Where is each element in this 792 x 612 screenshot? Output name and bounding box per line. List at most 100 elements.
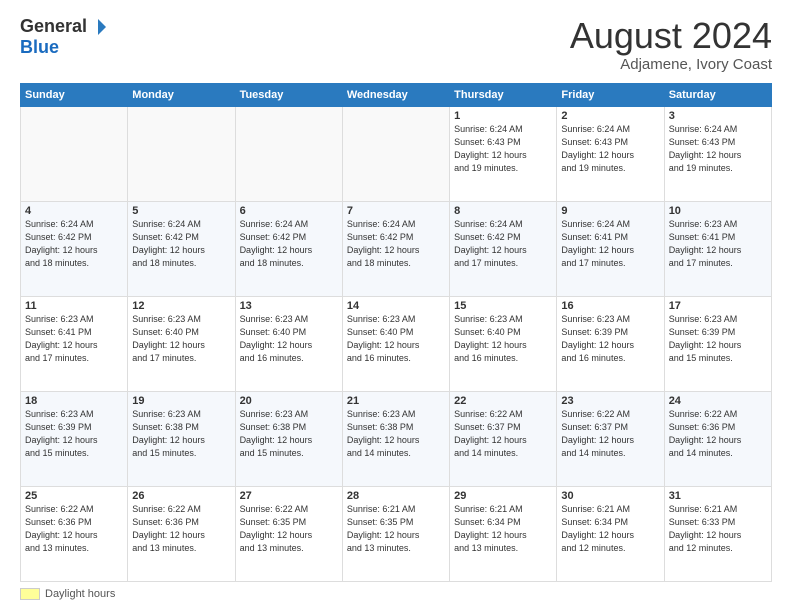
day-number: 1: [454, 110, 552, 122]
table-row: [21, 106, 128, 201]
daylight-label: Daylight hours: [45, 588, 115, 600]
table-row: 23Sunrise: 6:22 AM Sunset: 6:37 PM Dayli…: [557, 391, 664, 486]
day-info: Sunrise: 6:21 AM Sunset: 6:35 PM Dayligh…: [347, 503, 445, 555]
day-number: 31: [669, 490, 767, 502]
day-info: Sunrise: 6:22 AM Sunset: 6:35 PM Dayligh…: [240, 503, 338, 555]
table-row: 13Sunrise: 6:23 AM Sunset: 6:40 PM Dayli…: [235, 296, 342, 391]
day-number: 12: [132, 300, 230, 312]
day-number: 18: [25, 395, 123, 407]
table-row: 1Sunrise: 6:24 AM Sunset: 6:43 PM Daylig…: [450, 106, 557, 201]
calendar-header-row: Sunday Monday Tuesday Wednesday Thursday…: [21, 83, 772, 106]
table-row: 19Sunrise: 6:23 AM Sunset: 6:38 PM Dayli…: [128, 391, 235, 486]
table-row: 11Sunrise: 6:23 AM Sunset: 6:41 PM Dayli…: [21, 296, 128, 391]
day-number: 16: [561, 300, 659, 312]
day-number: 19: [132, 395, 230, 407]
day-info: Sunrise: 6:23 AM Sunset: 6:41 PM Dayligh…: [669, 218, 767, 270]
day-info: Sunrise: 6:23 AM Sunset: 6:38 PM Dayligh…: [132, 408, 230, 460]
table-row: 9Sunrise: 6:24 AM Sunset: 6:41 PM Daylig…: [557, 201, 664, 296]
day-number: 28: [347, 490, 445, 502]
table-row: 3Sunrise: 6:24 AM Sunset: 6:43 PM Daylig…: [664, 106, 771, 201]
day-info: Sunrise: 6:24 AM Sunset: 6:42 PM Dayligh…: [240, 218, 338, 270]
table-row: 20Sunrise: 6:23 AM Sunset: 6:38 PM Dayli…: [235, 391, 342, 486]
calendar-week-row: 1 Sunrise: 6:24 AM Sunset: 6:43 PM Daylig…: [21, 106, 772, 201]
day-number: 7: [347, 205, 445, 217]
day-number: 23: [561, 395, 659, 407]
table-row: 27Sunrise: 6:22 AM Sunset: 6:35 PM Dayli…: [235, 486, 342, 581]
day-number: 4: [25, 205, 123, 217]
day-number: 10: [669, 205, 767, 217]
table-row: [342, 106, 449, 201]
day-number: 13: [240, 300, 338, 312]
col-saturday: Saturday: [664, 83, 771, 106]
table-row: 26Sunrise: 6:22 AM Sunset: 6:36 PM Dayli…: [128, 486, 235, 581]
col-tuesday: Tuesday: [235, 83, 342, 106]
day-info: Sunrise: 6:22 AM Sunset: 6:36 PM Dayligh…: [669, 408, 767, 460]
table-row: 18Sunrise: 6:23 AM Sunset: 6:39 PM Dayli…: [21, 391, 128, 486]
table-row: 5Sunrise: 6:24 AM Sunset: 6:42 PM Daylig…: [128, 201, 235, 296]
logo-general-text: General: [20, 16, 87, 37]
day-info: Sunrise: 6:24 AM Sunset: 6:41 PM Dayligh…: [561, 218, 659, 270]
day-number: 21: [347, 395, 445, 407]
day-info: Sunrise: 6:23 AM Sunset: 6:38 PM Dayligh…: [240, 408, 338, 460]
table-row: [128, 106, 235, 201]
table-row: 24Sunrise: 6:22 AM Sunset: 6:36 PM Dayli…: [664, 391, 771, 486]
table-row: 10Sunrise: 6:23 AM Sunset: 6:41 PM Dayli…: [664, 201, 771, 296]
day-number: 8: [454, 205, 552, 217]
day-number: 11: [25, 300, 123, 312]
day-info: Sunrise: 6:22 AM Sunset: 6:36 PM Dayligh…: [132, 503, 230, 555]
table-row: 29Sunrise: 6:21 AM Sunset: 6:34 PM Dayli…: [450, 486, 557, 581]
day-number: 20: [240, 395, 338, 407]
day-info: Sunrise: 6:23 AM Sunset: 6:40 PM Dayligh…: [132, 313, 230, 365]
logo-blue-text: Blue: [20, 37, 59, 58]
day-info: Sunrise: 6:22 AM Sunset: 6:37 PM Dayligh…: [561, 408, 659, 460]
day-number: 17: [669, 300, 767, 312]
col-monday: Monday: [128, 83, 235, 106]
table-row: 4Sunrise: 6:24 AM Sunset: 6:42 PM Daylig…: [21, 201, 128, 296]
day-info: Sunrise: 6:24 AM Sunset: 6:42 PM Dayligh…: [132, 218, 230, 270]
header-right: August 2024 Adjamene, Ivory Coast: [570, 16, 772, 73]
table-row: 15Sunrise: 6:23 AM Sunset: 6:40 PM Dayli…: [450, 296, 557, 391]
day-number: 25: [25, 490, 123, 502]
col-wednesday: Wednesday: [342, 83, 449, 106]
table-row: 31Sunrise: 6:21 AM Sunset: 6:33 PM Dayli…: [664, 486, 771, 581]
day-info: Sunrise: 6:24 AM Sunset: 6:43 PM Dayligh…: [669, 123, 767, 175]
calendar-page: General Blue August 2024 Adjamene, Ivory…: [0, 0, 792, 612]
location-subtitle: Adjamene, Ivory Coast: [570, 56, 772, 73]
day-info: Sunrise: 6:22 AM Sunset: 6:37 PM Dayligh…: [454, 408, 552, 460]
table-row: 7Sunrise: 6:24 AM Sunset: 6:42 PM Daylig…: [342, 201, 449, 296]
day-info: Sunrise: 6:21 AM Sunset: 6:33 PM Dayligh…: [669, 503, 767, 555]
table-row: 17Sunrise: 6:23 AM Sunset: 6:39 PM Dayli…: [664, 296, 771, 391]
col-thursday: Thursday: [450, 83, 557, 106]
col-sunday: Sunday: [21, 83, 128, 106]
table-row: 6Sunrise: 6:24 AM Sunset: 6:42 PM Daylig…: [235, 201, 342, 296]
table-row: 8Sunrise: 6:24 AM Sunset: 6:42 PM Daylig…: [450, 201, 557, 296]
month-year-title: August 2024: [570, 16, 772, 56]
table-row: 16Sunrise: 6:23 AM Sunset: 6:39 PM Dayli…: [557, 296, 664, 391]
day-info: Sunrise: 6:22 AM Sunset: 6:36 PM Dayligh…: [25, 503, 123, 555]
table-row: 30Sunrise: 6:21 AM Sunset: 6:34 PM Dayli…: [557, 486, 664, 581]
daylight-swatch: [20, 588, 40, 600]
day-info: Sunrise: 6:23 AM Sunset: 6:39 PM Dayligh…: [25, 408, 123, 460]
day-number: 26: [132, 490, 230, 502]
day-info: Sunrise: 6:24 AM Sunset: 6:43 PM Dayligh…: [561, 123, 659, 175]
day-info: Sunrise: 6:23 AM Sunset: 6:40 PM Dayligh…: [454, 313, 552, 365]
day-number: 27: [240, 490, 338, 502]
table-row: 12Sunrise: 6:23 AM Sunset: 6:40 PM Dayli…: [128, 296, 235, 391]
day-number: 15: [454, 300, 552, 312]
calendar-week-row: 25Sunrise: 6:22 AM Sunset: 6:36 PM Dayli…: [21, 486, 772, 581]
day-info: Sunrise: 6:24 AM Sunset: 6:42 PM Dayligh…: [347, 218, 445, 270]
day-number: 6: [240, 205, 338, 217]
day-info: Sunrise: 6:24 AM Sunset: 6:42 PM Dayligh…: [454, 218, 552, 270]
table-row: [235, 106, 342, 201]
col-friday: Friday: [557, 83, 664, 106]
table-row: 22Sunrise: 6:22 AM Sunset: 6:37 PM Dayli…: [450, 391, 557, 486]
day-number: 3: [669, 110, 767, 122]
table-row: 2Sunrise: 6:24 AM Sunset: 6:43 PM Daylig…: [557, 106, 664, 201]
logo-flag-icon: [89, 18, 107, 36]
calendar-week-row: 18Sunrise: 6:23 AM Sunset: 6:39 PM Dayli…: [21, 391, 772, 486]
day-info: Sunrise: 6:23 AM Sunset: 6:40 PM Dayligh…: [347, 313, 445, 365]
logo: General Blue: [20, 16, 107, 58]
calendar-week-row: 11Sunrise: 6:23 AM Sunset: 6:41 PM Dayli…: [21, 296, 772, 391]
day-info: Sunrise: 6:23 AM Sunset: 6:41 PM Dayligh…: [25, 313, 123, 365]
day-number: 22: [454, 395, 552, 407]
